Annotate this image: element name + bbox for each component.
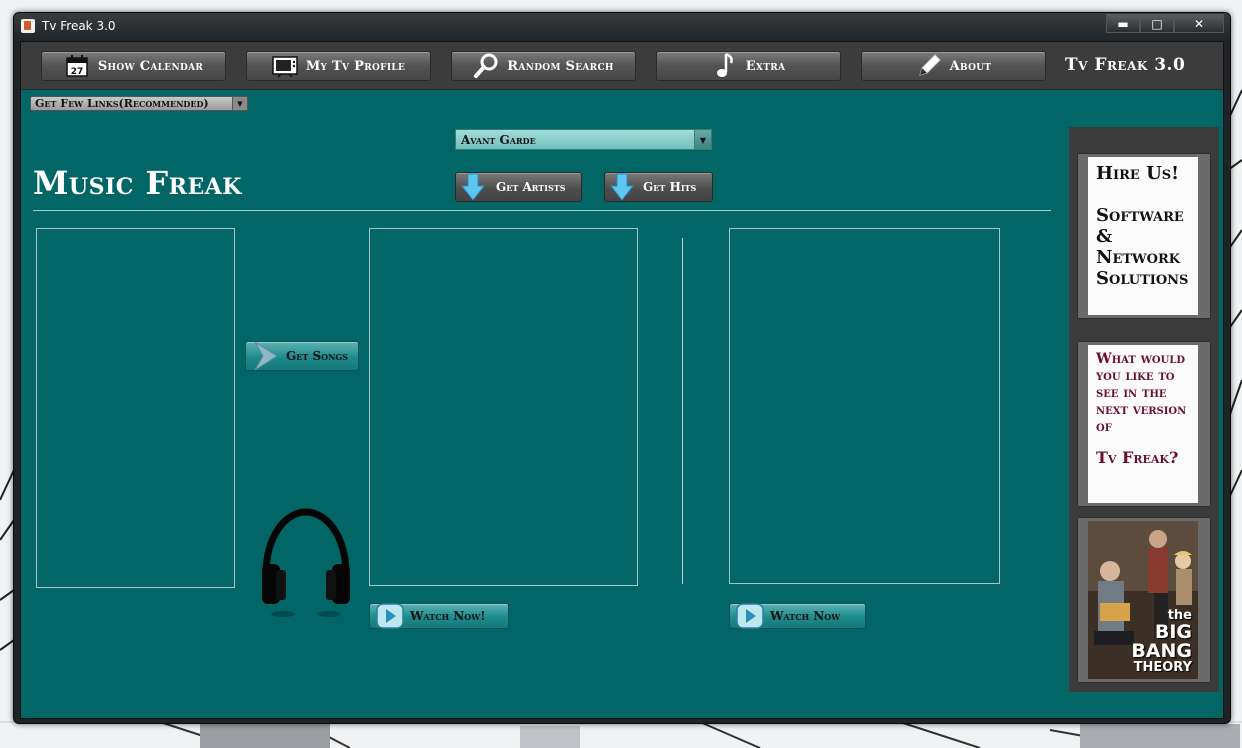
watch-now-right-label: Watch Now <box>770 609 841 623</box>
about-button[interactable]: About <box>861 51 1046 81</box>
poster-title: the BIG BANG THEORY <box>1131 608 1192 675</box>
close-button[interactable]: ✕ <box>1174 14 1224 33</box>
arrow-down-icon <box>605 173 639 201</box>
songs-list[interactable] <box>369 228 638 586</box>
play-circle-icon <box>370 603 410 629</box>
get-songs-label: Get Songs <box>286 349 349 363</box>
extra-button[interactable]: Extra <box>656 51 841 81</box>
show-calendar-label: Show Calendar <box>97 58 204 74</box>
arrow-down-icon <box>456 173 490 201</box>
feedback-app-name: Tv Freak? <box>1096 448 1179 467</box>
feedback-question: What would you like to see in the next v… <box>1096 351 1187 435</box>
show-poster-image: the BIG BANG THEORY <box>1088 521 1198 679</box>
pencil-icon <box>916 54 942 78</box>
chevron-down-icon: ▼ <box>232 97 247 110</box>
watch-now-left-label: Watch Now! <box>410 609 486 623</box>
artists-list[interactable] <box>36 228 235 588</box>
get-hits-button[interactable]: Get Hits <box>604 172 713 202</box>
maximize-button[interactable]: □ <box>1140 14 1174 33</box>
tv-icon <box>272 54 298 78</box>
page-title: Music Freak <box>33 164 242 202</box>
links-dropdown[interactable]: Get Few Links(Recommended) ▼ <box>30 96 248 111</box>
play-arrow-icon <box>246 341 286 371</box>
play-circle-icon <box>730 603 770 629</box>
show-calendar-button[interactable]: 27 Show Calendar <box>41 51 226 81</box>
calendar-icon: 27 <box>64 54 90 78</box>
main-panel: 27 Show Calendar My Tv Profile Random Se… <box>20 41 1224 719</box>
app-brand: Tv Freak 3.0 <box>1065 55 1186 75</box>
random-search-label: Random Search <box>507 58 614 74</box>
extra-label: Extra <box>745 58 786 74</box>
music-note-icon <box>712 52 738 78</box>
window-title: Tv Freak 3.0 <box>42 19 116 33</box>
minimize-button[interactable]: ▬ <box>1106 14 1140 33</box>
hire-us-text: Hire Us! Software & Network Solutions <box>1096 163 1189 289</box>
feedback-ad[interactable]: What would you like to see in the next v… <box>1077 341 1211 507</box>
calendar-day: 27 <box>71 67 84 77</box>
get-songs-button[interactable]: Get Songs <box>245 341 359 371</box>
get-artists-button[interactable]: Get Artists <box>455 172 582 202</box>
title-bar[interactable]: Tv Freak 3.0 ▬ □ ✕ <box>14 13 1230 41</box>
window-controls: ▬ □ ✕ <box>1106 14 1224 33</box>
random-search-button[interactable]: Random Search <box>451 51 636 81</box>
toolbar: 27 Show Calendar My Tv Profile Random Se… <box>21 42 1223 90</box>
vertical-separator <box>682 238 683 584</box>
hire-us-ad[interactable]: Hire Us! Software & Network Solutions <box>1077 153 1211 319</box>
big-bang-theory-ad[interactable]: the BIG BANG THEORY <box>1077 517 1211 683</box>
watch-now-hits-button[interactable]: Watch Now <box>729 603 866 629</box>
genre-dropdown-value: Avant Garde <box>461 132 536 147</box>
section-divider <box>33 210 1051 211</box>
genre-dropdown[interactable]: Avant Garde ▼ <box>455 129 712 150</box>
my-tv-profile-label: My Tv Profile <box>305 58 406 74</box>
get-artists-label: Get Artists <box>496 180 566 194</box>
get-hits-label: Get Hits <box>643 180 697 194</box>
hits-list[interactable] <box>729 228 1000 584</box>
about-label: About <box>949 58 992 74</box>
links-dropdown-value: Get Few Links(Recommended) <box>35 97 209 110</box>
watch-now-songs-button[interactable]: Watch Now! <box>369 603 509 629</box>
java-app-icon <box>21 19 35 33</box>
app-window: Tv Freak 3.0 ▬ □ ✕ 27 Show Calendar My T… <box>13 12 1231 724</box>
headphones-icon <box>256 500 356 624</box>
my-tv-profile-button[interactable]: My Tv Profile <box>246 51 431 81</box>
magnifier-icon <box>473 53 499 78</box>
ad-sidebar: Hire Us! Software & Network Solutions Wh… <box>1069 127 1219 692</box>
chevron-down-icon: ▼ <box>694 130 711 149</box>
